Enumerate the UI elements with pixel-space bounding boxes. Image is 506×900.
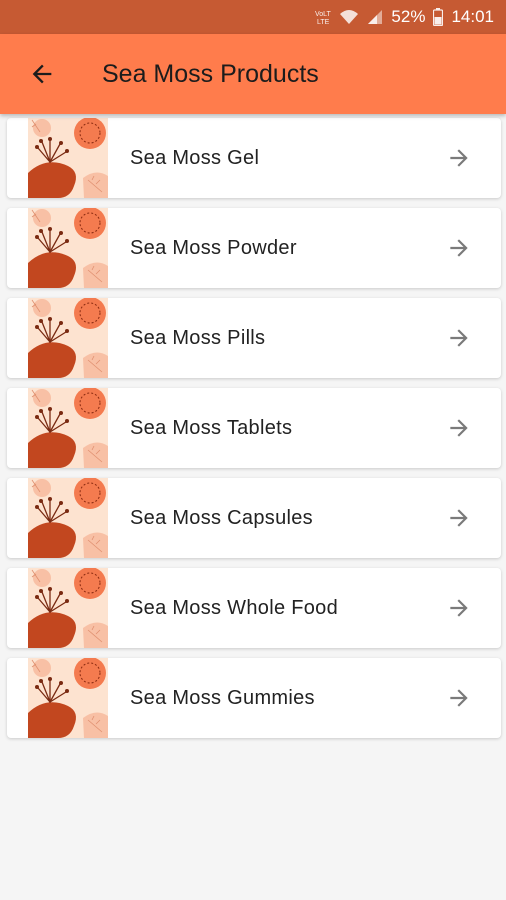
- open-item-button[interactable]: [439, 498, 479, 538]
- product-label: Sea Moss Whole Food: [130, 596, 339, 619]
- product-list-item[interactable]: Sea Moss Capsules: [7, 478, 501, 558]
- seaweed-thumbnail: [28, 568, 108, 648]
- arrow-right-icon: [450, 149, 468, 167]
- arrow-right-icon: [450, 239, 468, 257]
- seaweed-thumbnail: [28, 478, 108, 558]
- page-title: Sea Moss Products: [102, 59, 319, 88]
- arrow-right-icon: [450, 689, 468, 707]
- open-item-button[interactable]: [439, 138, 479, 178]
- network-label: LTE: [317, 19, 330, 26]
- arrow-right-icon: [450, 419, 468, 437]
- arrow-right-icon: [450, 329, 468, 347]
- open-item-button[interactable]: [439, 318, 479, 358]
- product-label: Sea Moss Capsules: [130, 506, 313, 529]
- seaweed-thumbnail: [28, 658, 108, 738]
- product-label: Sea Moss Powder: [130, 236, 297, 259]
- signal-icon: [367, 9, 383, 25]
- product-list: Sea Moss Gel Sea Moss Powder Sea Moss Pi…: [7, 118, 501, 748]
- product-list-item[interactable]: Sea Moss Gel: [7, 118, 501, 198]
- battery-percent: 52%: [391, 7, 426, 26]
- product-list-item[interactable]: Sea Moss Pills: [7, 298, 501, 378]
- app-bar: Sea Moss Products: [0, 34, 506, 114]
- seaweed-thumbnail: [28, 118, 108, 198]
- back-button[interactable]: [12, 44, 72, 104]
- open-item-button[interactable]: [439, 408, 479, 448]
- arrow-right-icon: [450, 509, 468, 527]
- volte-icon: VoLTELTE: [315, 8, 331, 26]
- open-item-button[interactable]: [439, 228, 479, 268]
- product-list-item[interactable]: Sea Moss Tablets: [7, 388, 501, 468]
- product-label: Sea Moss Tablets: [130, 416, 293, 439]
- wifi-icon: [339, 9, 359, 25]
- status-bar: VoLTELTE 52% 14:01: [0, 0, 506, 34]
- open-item-button[interactable]: [439, 588, 479, 628]
- volte-text: VoLTE: [315, 11, 331, 18]
- product-list-item[interactable]: Sea Moss Whole Food: [7, 568, 501, 648]
- arrow-right-icon: [450, 599, 468, 617]
- product-list-item[interactable]: Sea Moss Gummies: [7, 658, 501, 738]
- seaweed-thumbnail: [28, 208, 108, 288]
- product-label: Sea Moss Gel: [130, 146, 260, 169]
- seaweed-thumbnail: [28, 388, 108, 468]
- product-label: Sea Moss Gummies: [130, 686, 315, 709]
- clock: 14:01: [451, 7, 494, 26]
- arrow-left-icon: [32, 64, 52, 84]
- open-item-button[interactable]: [439, 678, 479, 718]
- product-list-item[interactable]: Sea Moss Powder: [7, 208, 501, 288]
- seaweed-thumbnail: [28, 298, 108, 378]
- battery-icon: [433, 8, 444, 26]
- product-label: Sea Moss Pills: [130, 326, 266, 349]
